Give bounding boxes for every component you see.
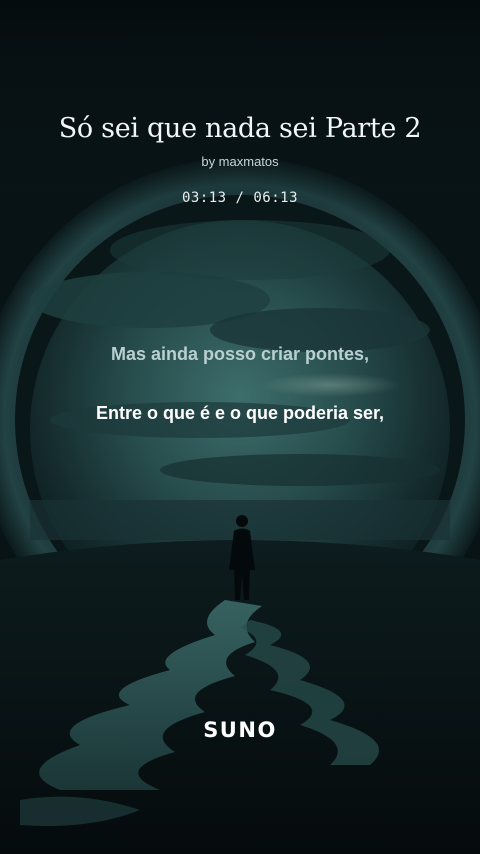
lyric-previous-line: Mas ainda posso criar pontes, — [110, 344, 370, 364]
song-title: Só sei que nada sei Parte 2 — [58, 113, 422, 144]
artist-name: by maxmatos — [201, 154, 279, 169]
lyric-current-line: Entre o que é e o que poderia ser, — [95, 403, 385, 423]
suno-logo: SUNO — [203, 718, 277, 742]
video-player-frame[interactable]: Só sei que nada sei Parte 2 by maxmatos … — [0, 0, 480, 854]
playback-time: 03:13 / 06:13 — [181, 190, 299, 206]
